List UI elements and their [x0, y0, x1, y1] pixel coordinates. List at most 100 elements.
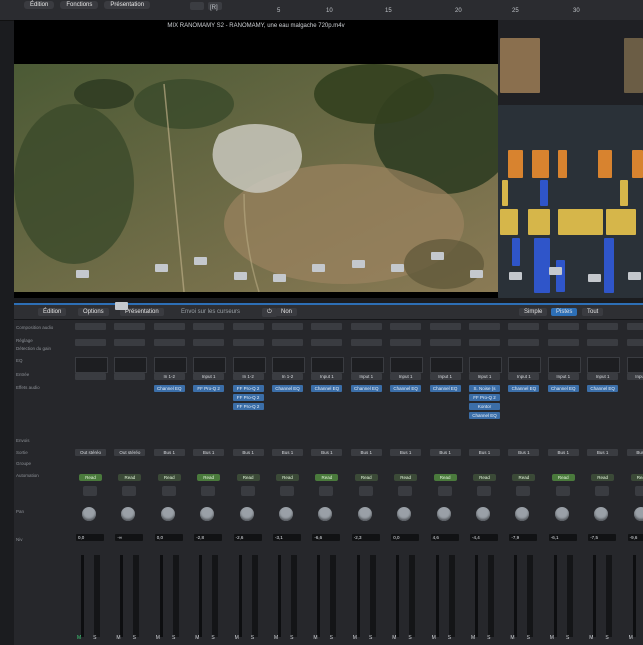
eq-thumbnail[interactable]	[469, 357, 502, 373]
volume-fader-handle[interactable]	[115, 302, 129, 310]
automation-read-button[interactable]: Read	[512, 474, 536, 481]
volume-fader-track[interactable]	[632, 555, 636, 637]
output-slot[interactable]: Bus 1	[508, 449, 540, 456]
gain-slot[interactable]	[626, 339, 643, 346]
plugin-slot[interactable]: Channel EQ	[272, 385, 303, 392]
mute-button[interactable]: M	[116, 635, 120, 641]
output-slot[interactable]: Bus 1	[311, 449, 343, 456]
gain-slot[interactable]	[429, 339, 461, 346]
setting-slot[interactable]	[469, 323, 500, 330]
menu-view[interactable]: Présentation	[104, 1, 151, 9]
plugin-slot[interactable]: Kontor	[469, 403, 500, 410]
volume-fader-handle[interactable]	[627, 272, 641, 280]
pan-knob[interactable]	[200, 507, 215, 521]
eq-thumbnail[interactable]	[587, 357, 621, 373]
volume-fader-track[interactable]	[317, 555, 321, 637]
mute-button[interactable]: M	[510, 635, 514, 641]
eq-thumbnail[interactable]	[390, 357, 424, 373]
volume-fader-track[interactable]	[199, 555, 203, 637]
output-slot[interactable]: Bus 1	[350, 449, 382, 456]
volume-fader-track[interactable]	[593, 555, 597, 637]
eq-thumbnail[interactable]	[153, 357, 187, 373]
automation-read-button[interactable]: Read	[591, 474, 615, 481]
eq-thumbnail[interactable]	[272, 357, 305, 373]
pan-knob[interactable]	[121, 507, 136, 521]
track-regions-area[interactable]	[498, 20, 643, 298]
pan-knob[interactable]	[554, 507, 569, 521]
plugin-slot[interactable]: Channel EQ	[390, 385, 422, 392]
automation-read-button[interactable]: Read	[157, 474, 181, 481]
volume-fader-handle[interactable]	[273, 274, 286, 282]
audio-region[interactable]	[598, 150, 612, 178]
eq-thumbnail[interactable]	[193, 357, 227, 373]
volume-fader-handle[interactable]	[351, 260, 365, 268]
setting-slot[interactable]	[193, 323, 225, 330]
mute-button[interactable]: M	[432, 635, 436, 641]
pan-knob[interactable]	[160, 507, 175, 521]
input-slot[interactable]: Input 1	[469, 373, 500, 380]
mute-button[interactable]: M	[156, 635, 160, 641]
plugin-slot[interactable]: Channel EQ	[469, 412, 500, 419]
setting-slot[interactable]	[429, 323, 461, 330]
input-slot[interactable]: Input 1	[626, 373, 643, 380]
volume-fader-track[interactable]	[514, 555, 518, 637]
setting-slot[interactable]	[626, 323, 643, 330]
plugin-slot[interactable]: FF Pro-Q 2	[232, 385, 264, 392]
automation-read-button[interactable]: Read	[276, 474, 299, 481]
gain-slot[interactable]	[153, 339, 185, 346]
audio-region[interactable]	[540, 180, 548, 206]
menu-functions[interactable]: Fonctions	[60, 1, 99, 9]
output-slot[interactable]: Bus 1	[272, 449, 303, 456]
pan-knob[interactable]	[357, 507, 372, 521]
audio-region[interactable]	[512, 238, 520, 266]
output-slot[interactable]: Bus 1	[193, 449, 225, 456]
mute-button[interactable]: M	[629, 635, 633, 641]
audio-region[interactable]	[528, 209, 550, 235]
volume-fader-track[interactable]	[238, 555, 242, 637]
send-on-faders-select[interactable]: Non	[276, 308, 298, 316]
pan-knob[interactable]	[397, 507, 412, 521]
setting-slot[interactable]	[311, 323, 343, 330]
volume-fader-track[interactable]	[278, 555, 281, 637]
plugin-slot[interactable]: Channel EQ	[547, 385, 579, 392]
input-slot[interactable]: Input 1	[587, 373, 619, 380]
gain-slot[interactable]	[469, 339, 500, 346]
volume-fader-handle[interactable]	[194, 257, 208, 265]
output-slot[interactable]: Bus 1	[232, 449, 264, 456]
mixer-edit-menu[interactable]: Édition	[38, 308, 67, 316]
setting-slot[interactable]	[153, 323, 185, 330]
gain-slot[interactable]	[114, 339, 146, 346]
plugin-slot[interactable]: FF Pro-Q 2	[193, 385, 225, 392]
volume-fader-handle[interactable]	[548, 267, 562, 275]
volume-fader-track[interactable]	[159, 555, 163, 637]
gain-slot[interactable]	[547, 339, 579, 346]
setting-slot[interactable]	[390, 323, 422, 330]
solo-button[interactable]: S	[172, 635, 175, 641]
mute-button[interactable]: M	[195, 635, 199, 641]
plugin-slot[interactable]: FF Pro-Q 2	[232, 403, 264, 410]
input-slot[interactable]: Input 1	[390, 373, 422, 380]
input-slot[interactable]: Input 1	[193, 373, 225, 380]
solo-button[interactable]: S	[93, 635, 96, 641]
automation-read-button[interactable]: Read	[354, 474, 378, 481]
filter-simple-button[interactable]: Simple	[519, 308, 548, 316]
volume-fader-track[interactable]	[81, 555, 84, 637]
automation-read-button[interactable]: Read	[394, 474, 418, 481]
input-slot[interactable]	[75, 373, 106, 380]
plugin-slot[interactable]: Channel EQ	[429, 385, 461, 392]
power-icon[interactable]: ⏻	[262, 308, 277, 317]
solo-button[interactable]: S	[566, 635, 569, 641]
plugin-slot[interactable]: S. Noise (s	[469, 385, 500, 392]
filter-tout-button[interactable]: Tout	[582, 308, 604, 316]
eq-thumbnail[interactable]	[232, 357, 266, 373]
automation-read-button[interactable]: Read	[79, 474, 102, 481]
output-slot[interactable]: Out stéréo	[114, 449, 146, 456]
pan-knob[interactable]	[594, 507, 609, 521]
pan-knob[interactable]	[515, 507, 530, 521]
output-slot[interactable]: Bus 1	[153, 449, 185, 456]
gain-slot[interactable]	[390, 339, 422, 346]
solo-button[interactable]: S	[133, 635, 136, 641]
audio-region[interactable]	[508, 150, 523, 178]
audio-region[interactable]	[556, 260, 565, 292]
volume-fader-track[interactable]	[396, 555, 400, 637]
